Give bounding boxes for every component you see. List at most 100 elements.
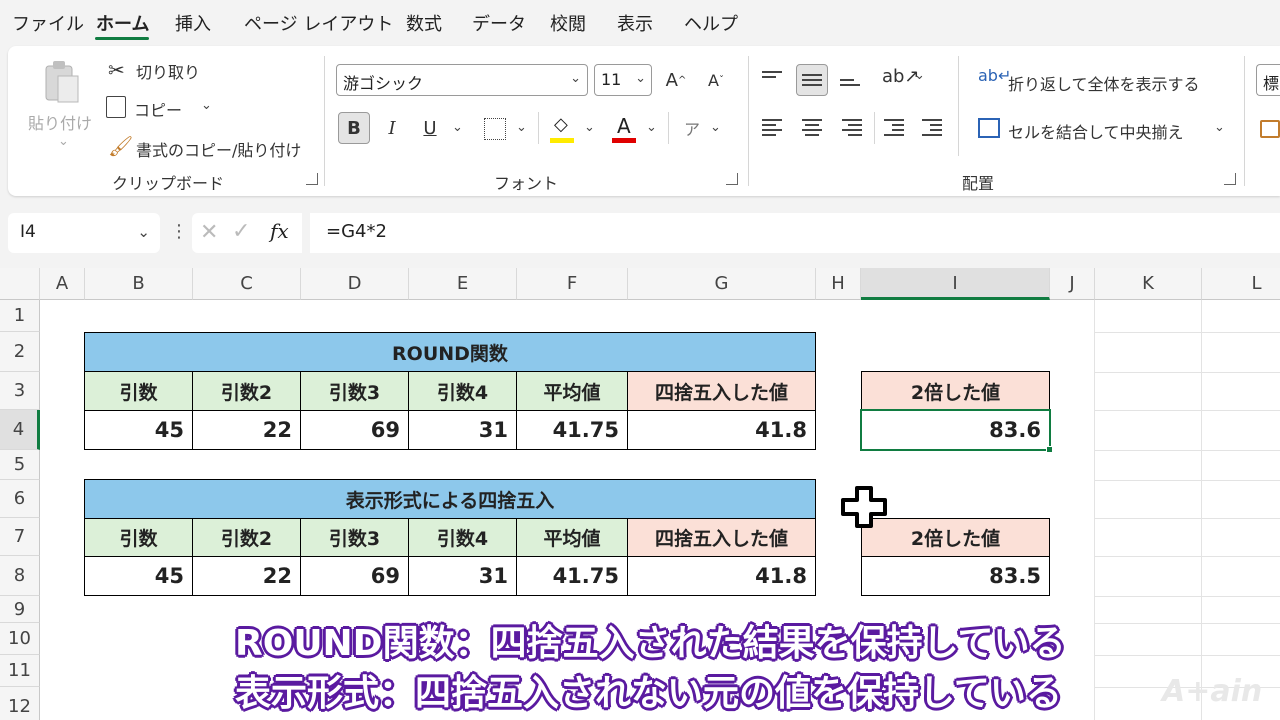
col-header-a[interactable]: A (40, 268, 85, 300)
table1-value-cell[interactable]: 69 (300, 410, 409, 450)
table2-title[interactable]: 表示形式による四捨五入 (84, 479, 816, 519)
col-header-f[interactable]: F (517, 268, 628, 300)
borders-icon[interactable] (484, 118, 506, 140)
font-launcher-icon[interactable] (726, 173, 738, 185)
menu-home[interactable]: ホーム (96, 10, 149, 36)
bold-button[interactable]: B (338, 112, 370, 144)
table2-header-cell[interactable]: 四捨五入した値 (627, 518, 816, 557)
italic-button[interactable]: I (376, 112, 408, 144)
table2-header-cell[interactable]: 引数 (84, 518, 193, 557)
table2-value-cell[interactable]: 41.8 (627, 556, 816, 596)
paste-button[interactable]: 貼り付け (28, 110, 92, 134)
conditional-format-icon[interactable] (1260, 120, 1280, 138)
menu-data[interactable]: データ (472, 10, 526, 36)
row-header-4[interactable]: 4 (0, 410, 40, 450)
col-header-b[interactable]: B (85, 268, 193, 300)
table1-value-cell[interactable]: 22 (192, 410, 301, 450)
clipboard-icon[interactable] (42, 58, 82, 108)
merge-center-button[interactable]: セルを結合して中央揃え (1008, 119, 1184, 143)
select-all-corner[interactable] (0, 268, 40, 300)
table1-value-cell[interactable]: 45 (84, 410, 193, 450)
row-header-9[interactable]: 9 (0, 596, 40, 623)
table2-value-cell[interactable]: 45 (84, 556, 193, 596)
col-header-i[interactable]: I (861, 268, 1050, 300)
menu-formulas[interactable]: 数式 (406, 10, 442, 36)
format-painter-button[interactable]: 書式のコピー/貼り付け (136, 137, 301, 161)
table2-header-cell[interactable]: 平均値 (516, 518, 628, 557)
font-size-combo[interactable]: 11 ⌄ (594, 64, 652, 96)
table1-value-cell[interactable]: 31 (408, 410, 517, 450)
table1-value-cell[interactable]: 41.8 (627, 410, 816, 450)
alignment-launcher-icon[interactable] (1224, 173, 1236, 185)
row-header-11[interactable]: 11 (0, 655, 40, 687)
grow-font-icon[interactable]: A ^ (660, 64, 692, 96)
orientation-chevron-icon[interactable]: ⌄ (914, 68, 925, 83)
fill-color-icon[interactable]: ◇ (550, 114, 576, 144)
row-header-2[interactable]: 2 (0, 332, 40, 372)
enter-check-icon[interactable]: ✓ (232, 219, 250, 244)
col-header-h[interactable]: H (816, 268, 861, 300)
row-header-8[interactable]: 8 (0, 556, 40, 596)
col-header-c[interactable]: C (193, 268, 301, 300)
table1-value-cell[interactable]: 41.75 (516, 410, 628, 450)
number-format-combo[interactable]: 標 (1256, 64, 1280, 96)
underline-button[interactable]: U (414, 112, 446, 144)
table2-header-cell[interactable]: 引数2 (192, 518, 301, 557)
table1-title[interactable]: ROUND関数 (84, 332, 816, 372)
menu-help[interactable]: ヘルプ (684, 10, 738, 36)
menu-view[interactable]: 表示 (617, 10, 653, 36)
cut-button[interactable]: 切り取り (136, 59, 200, 83)
col-header-e[interactable]: E (409, 268, 517, 300)
row-header-3[interactable]: 3 (0, 372, 40, 410)
align-bottom-icon[interactable] (840, 76, 860, 89)
align-top-icon[interactable] (762, 68, 782, 81)
table2-value-cell[interactable]: 22 (192, 556, 301, 596)
fill-chevron-icon[interactable]: ⌄ (584, 120, 595, 135)
more-options-icon[interactable]: ⋮ (170, 221, 188, 242)
menu-review[interactable]: 校閲 (550, 10, 586, 36)
increase-indent-icon[interactable] (922, 116, 942, 139)
cancel-icon[interactable]: ✕ (200, 220, 218, 245)
insert-function-icon[interactable]: fx (270, 219, 289, 243)
col-header-j[interactable]: J (1050, 268, 1095, 300)
copy-button[interactable]: コピー (134, 97, 182, 121)
borders-chevron-icon[interactable]: ⌄ (516, 120, 527, 135)
table2-value-cell[interactable]: 41.75 (516, 556, 628, 596)
copy-chevron-icon[interactable]: ⌄ (201, 98, 212, 113)
font-color-chevron-icon[interactable]: ⌄ (646, 120, 657, 135)
paste-chevron-icon[interactable]: ⌄ (58, 134, 69, 149)
col-header-k[interactable]: K (1095, 268, 1202, 300)
clipboard-launcher-icon[interactable] (306, 173, 318, 185)
table1-header-cell[interactable]: 四捨五入した値 (627, 371, 816, 411)
align-left-icon[interactable] (762, 116, 782, 139)
align-middle-icon[interactable] (796, 64, 828, 96)
wrap-text-button[interactable]: 折り返して全体を表示する (1008, 71, 1200, 95)
furigana-icon[interactable]: ア (684, 116, 700, 140)
merge-chevron-icon[interactable]: ⌄ (1214, 120, 1225, 135)
table2-header-cell[interactable]: 引数3 (300, 518, 409, 557)
table1-header-cell[interactable]: 引数 (84, 371, 193, 411)
row-header-7[interactable]: 7 (0, 518, 40, 556)
col-header-g[interactable]: G (628, 268, 816, 300)
table2-value-cell[interactable]: 69 (300, 556, 409, 596)
side1-header-cell[interactable]: 2倍した値 (861, 371, 1050, 411)
col-header-l[interactable]: L (1202, 268, 1280, 300)
underline-chevron-icon[interactable]: ⌄ (452, 120, 463, 135)
menu-page-layout[interactable]: ページ レイアウト (244, 10, 393, 36)
formula-input[interactable]: =G4*2 (310, 213, 1280, 253)
table1-header-cell[interactable]: 引数3 (300, 371, 409, 411)
shrink-font-icon[interactable]: Aˇ (700, 64, 732, 96)
row-header-5[interactable]: 5 (0, 450, 40, 480)
selected-cell-i4[interactable]: 83.6 (860, 409, 1051, 451)
table1-header-cell[interactable]: 平均値 (516, 371, 628, 411)
row-header-6[interactable]: 6 (0, 480, 40, 518)
furigana-chevron-icon[interactable]: ⌄ (710, 120, 721, 135)
row-header-1[interactable]: 1 (0, 300, 40, 332)
row-header-12[interactable]: 12 (0, 687, 40, 720)
align-right-icon[interactable] (842, 116, 862, 139)
table2-value-cell[interactable]: 31 (408, 556, 517, 596)
menu-file[interactable]: ファイル (12, 10, 84, 36)
table1-header-cell[interactable]: 引数2 (192, 371, 301, 411)
fill-handle[interactable] (1046, 446, 1053, 453)
align-center-icon[interactable] (802, 116, 822, 139)
